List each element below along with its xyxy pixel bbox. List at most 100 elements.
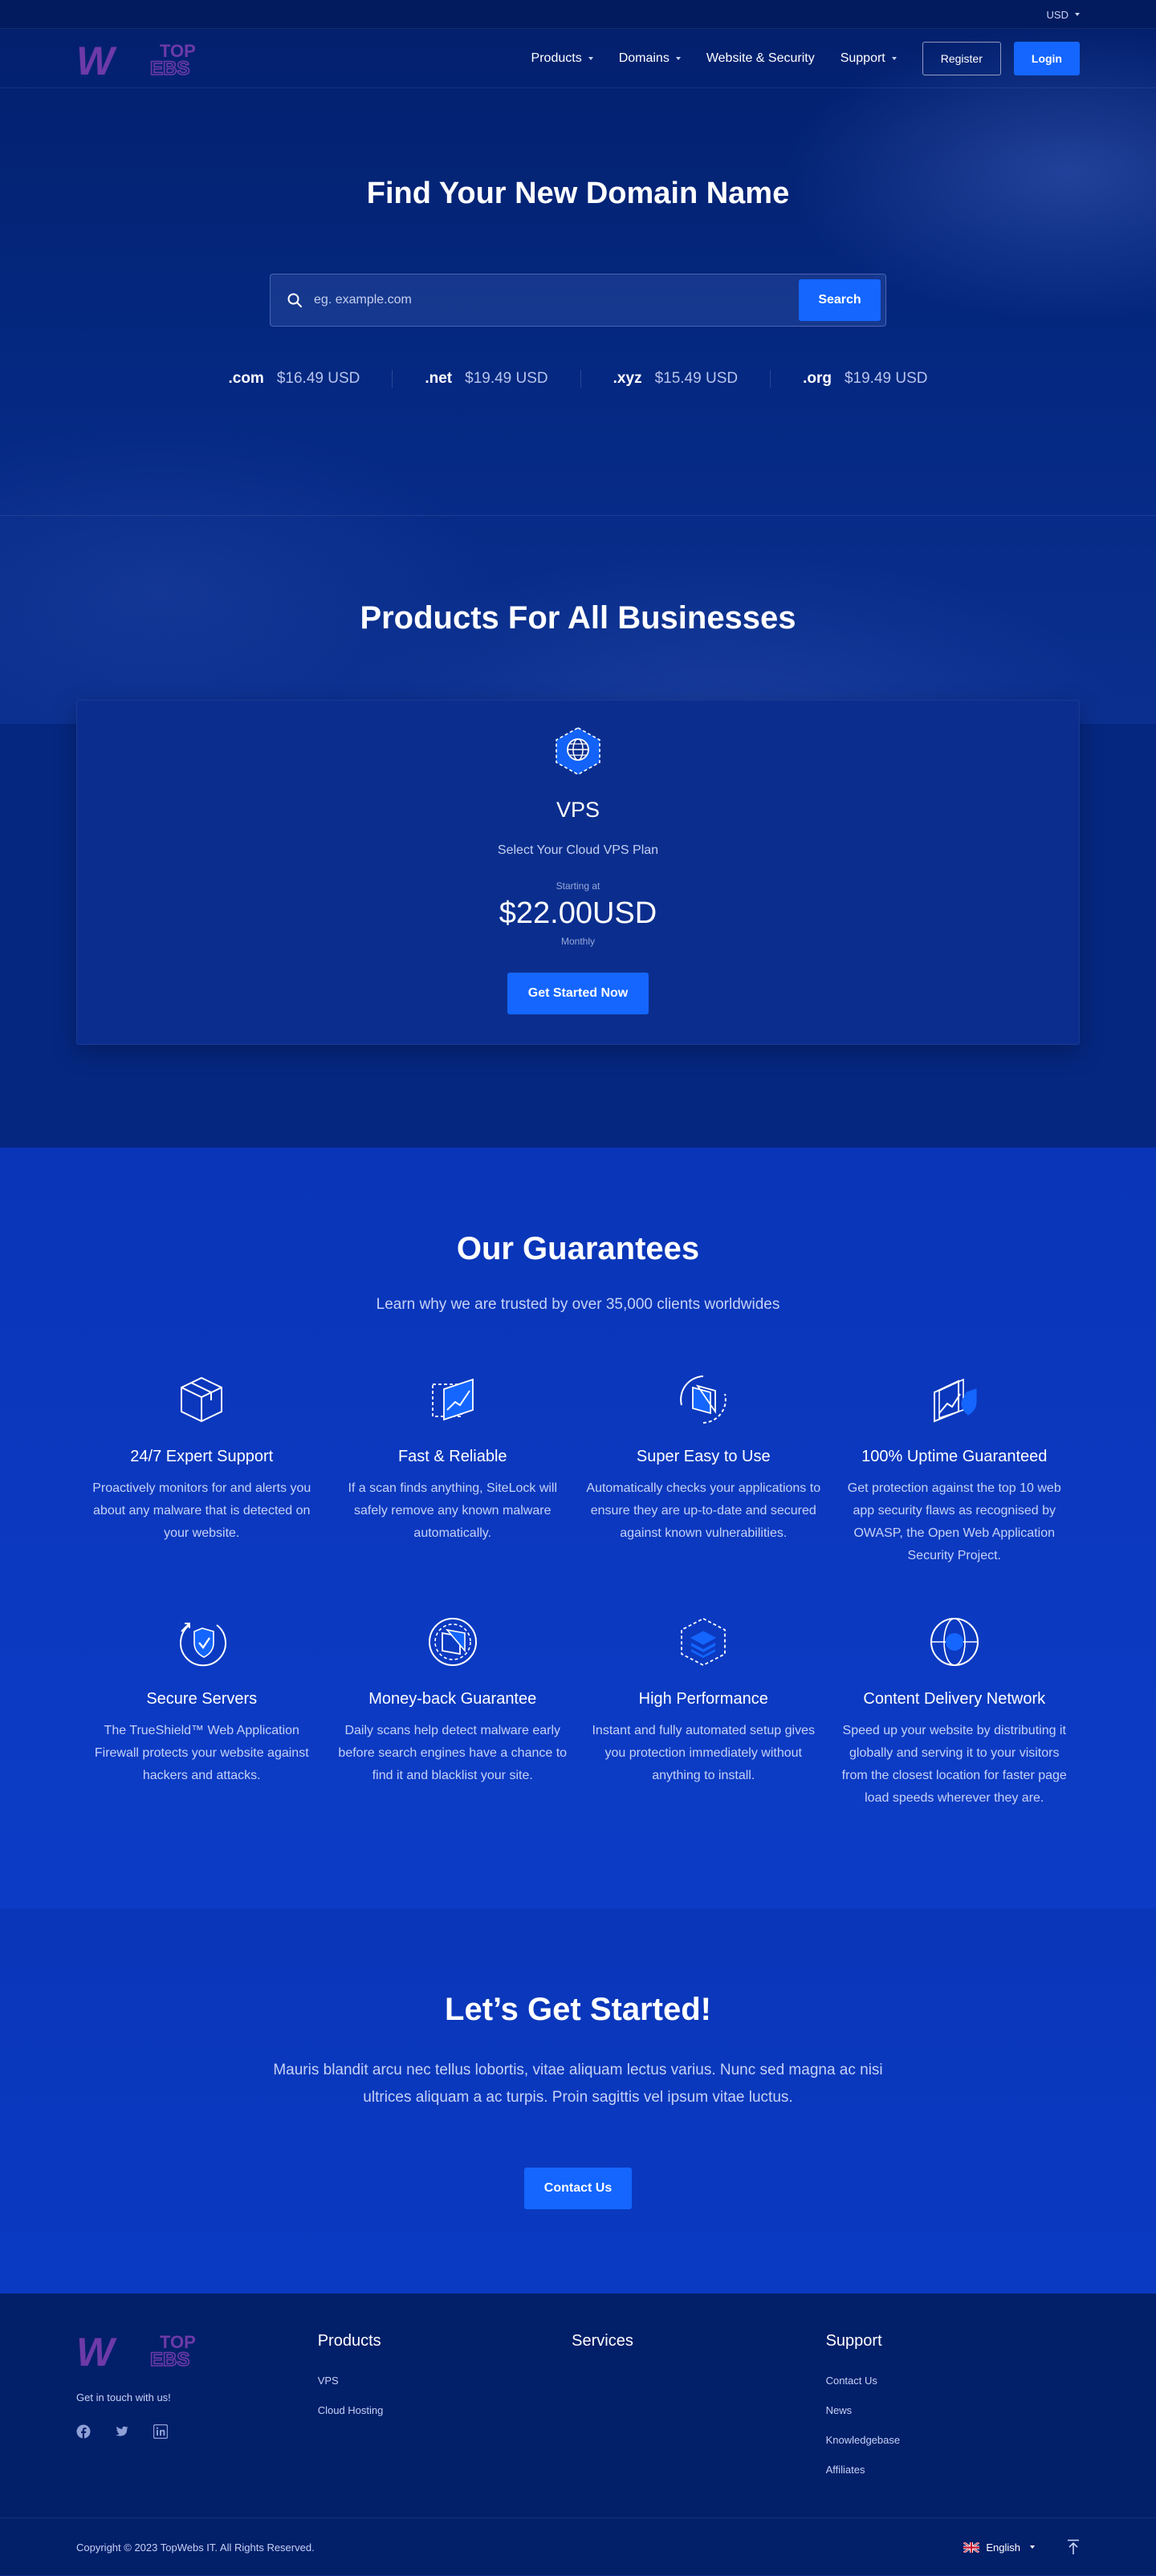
guarantee-text: Automatically checks your applications t…: [586, 1481, 821, 1540]
guarantee-item: Content Delivery Network Speed up your w…: [829, 1614, 1081, 1810]
products-section: VPS Select Your Cloud VPS Plan Starting …: [0, 700, 1156, 1148]
nav-website-security-label: Website & Security: [706, 51, 815, 65]
shield-check-icon: [180, 1623, 227, 1667]
nav-domains-label: Domains: [618, 51, 670, 65]
tld-price: $19.49 USD: [844, 370, 928, 387]
guarantee-name: Money-back Guarantee: [368, 1690, 537, 1708]
product-price: $22.00USD: [499, 896, 657, 930]
products-title: Products For All Businesses: [360, 600, 796, 636]
main-navbar: W TOP EBS Products Domains Website & Sec…: [0, 29, 1156, 88]
footer-col-title: Services: [572, 2332, 633, 2350]
register-button[interactable]: Register: [922, 42, 1001, 75]
tld-price: $15.49 USD: [654, 370, 739, 387]
guarantee-text: Get protection against the top 10 web ap…: [847, 1481, 1061, 1562]
guarantee-name: Fast & Reliable: [397, 1448, 507, 1465]
footer: W TOP EBS Get in touch with us! Products…: [0, 2294, 1156, 2575]
top-bar: USD: [0, 0, 1156, 29]
footer-link[interactable]: Cloud Hosting: [318, 2404, 572, 2416]
currency-selector[interactable]: USD: [1047, 9, 1080, 21]
box-icon: [181, 1376, 223, 1423]
footer-col-title: Products: [317, 2332, 381, 2350]
search-icon: [287, 293, 302, 307]
chevron-down-icon: [588, 57, 593, 60]
logo-letter: W: [76, 41, 117, 76]
chart-shield-icon: [933, 1378, 977, 1423]
nav-domains[interactable]: Domains: [619, 51, 681, 66]
get-started-button[interactable]: Get Started Now: [507, 973, 649, 1014]
footer-col-title: Support: [825, 2332, 882, 2350]
logo-text-bottom: EBS: [150, 58, 189, 76]
guarantee-item: Money-back Guarantee Daily scans help de…: [328, 1614, 579, 1810]
globe-icon: [930, 1618, 979, 1666]
guarantees-title: Our Guarantees: [456, 1231, 700, 1266]
domain-search-input[interactable]: [314, 293, 799, 307]
guarantee-text: Instant and fully automated setup gives …: [592, 1724, 815, 1782]
product-name: VPS: [556, 798, 600, 822]
tld-price: $16.49 USD: [276, 370, 360, 387]
tld-name: .org: [803, 370, 832, 387]
hero-title: Find Your New Domain Name: [366, 177, 790, 210]
search-button[interactable]: Search: [799, 279, 881, 321]
logo-text-bottom: EBS: [150, 2349, 189, 2367]
get-started-title: Let’s Get Started!: [445, 1992, 711, 2027]
product-card-vps: VPS Select Your Cloud VPS Plan Starting …: [76, 700, 1080, 1045]
guarantee-name: Secure Servers: [146, 1690, 258, 1708]
guarantees-section: Our Guarantees Learn why we are trusted …: [0, 1148, 1156, 1908]
nav-right: Products Domains Website & Security Supp…: [531, 42, 1080, 75]
tld-price-list: .com $16.49 USD .net $19.49 USD .xyz $15…: [0, 370, 1156, 388]
copyright-text: Copyright © 2023 TopWebs IT. All Rights …: [76, 2541, 315, 2554]
guarantees-subtitle: Learn why we are trusted by over 35,000 …: [376, 1296, 780, 1313]
footer-link[interactable]: Contact Us: [826, 2375, 1080, 2387]
footer-link[interactable]: Affiliates: [826, 2464, 1080, 2476]
chevron-down-icon: [1075, 13, 1080, 16]
nav-products-label: Products: [531, 51, 582, 65]
layers-icon: [681, 1617, 727, 1667]
footer-brand: W TOP EBS Get in touch with us!: [76, 2332, 318, 2476]
contact-us-button[interactable]: Contact Us: [524, 2168, 632, 2209]
footer-touch-text: Get in touch with us!: [76, 2391, 171, 2403]
guarantee-name: 24/7 Expert Support: [130, 1448, 274, 1465]
footer-link[interactable]: News: [826, 2404, 1080, 2416]
tld-price: $19.49 USD: [465, 370, 548, 387]
tld-name: .xyz: [613, 370, 642, 387]
footer-link[interactable]: Knowledgebase: [826, 2434, 1080, 2446]
domain-search-box: Search: [270, 274, 886, 327]
footer-link[interactable]: VPS: [318, 2375, 572, 2387]
tld-item[interactable]: .org $19.49 USD: [771, 370, 959, 388]
nav-website-security[interactable]: Website & Security: [706, 51, 815, 66]
back-to-top-icon[interactable]: [1067, 2539, 1080, 2555]
login-button[interactable]: Login: [1013, 42, 1080, 75]
footer-logo[interactable]: W TOP EBS: [76, 2332, 318, 2367]
tld-item[interactable]: .net $19.49 USD: [393, 370, 581, 388]
footer-col-support: Support Contact Us News Knowledgebase Af…: [826, 2332, 1080, 2476]
language-label: English: [986, 2541, 1020, 2554]
hero-section: W TOP EBS Products Domains Website & Sec…: [0, 29, 1156, 724]
facebook-icon[interactable]: [76, 2424, 91, 2439]
tld-item[interactable]: .xyz $15.49 USD: [581, 370, 771, 388]
twitter-icon[interactable]: [115, 2424, 129, 2439]
nav-support[interactable]: Support: [841, 51, 897, 66]
guarantee-item: High Performance Instant and fully autom…: [578, 1614, 829, 1810]
guarantee-text: Daily scans help detect malware early be…: [338, 1724, 568, 1782]
guarantee-item: Fast & Reliable If a scan finds anything…: [328, 1371, 579, 1567]
get-started-section: Let’s Get Started! Mauris blandit arcu n…: [0, 1908, 1156, 2294]
guarantee-name: Super Easy to Use: [636, 1448, 771, 1465]
guarantee-item: 100% Uptime Guaranteed Get protection ag…: [829, 1371, 1081, 1567]
hero-divider: [0, 515, 1156, 516]
logo-letter: W: [76, 2332, 117, 2367]
guarantee-text: Speed up your website by distributing it…: [841, 1724, 1067, 1805]
guarantee-text: If a scan finds anything, SiteLock will …: [348, 1481, 558, 1540]
linkedin-icon[interactable]: [153, 2424, 168, 2439]
footer-col-services: Services: [572, 2332, 825, 2476]
language-selector[interactable]: English: [963, 2541, 1035, 2554]
logo[interactable]: W TOP EBS: [76, 41, 210, 76]
money-back-icon: [428, 1618, 477, 1666]
guarantee-name: 100% Uptime Guaranteed: [861, 1448, 1048, 1465]
nav-products[interactable]: Products: [531, 51, 593, 66]
product-description: Select Your Cloud VPS Plan: [497, 843, 659, 857]
tld-item[interactable]: .com $16.49 USD: [196, 370, 393, 388]
guarantee-item: 24/7 Expert Support Proactively monitors…: [76, 1371, 328, 1567]
footer-bottom-bar: Copyright © 2023 TopWebs IT. All Rights …: [0, 2517, 1156, 2575]
get-started-text: Mauris blandit arcu nec tellus lobortis,…: [273, 2062, 883, 2106]
billing-period: Monthly: [560, 936, 596, 947]
